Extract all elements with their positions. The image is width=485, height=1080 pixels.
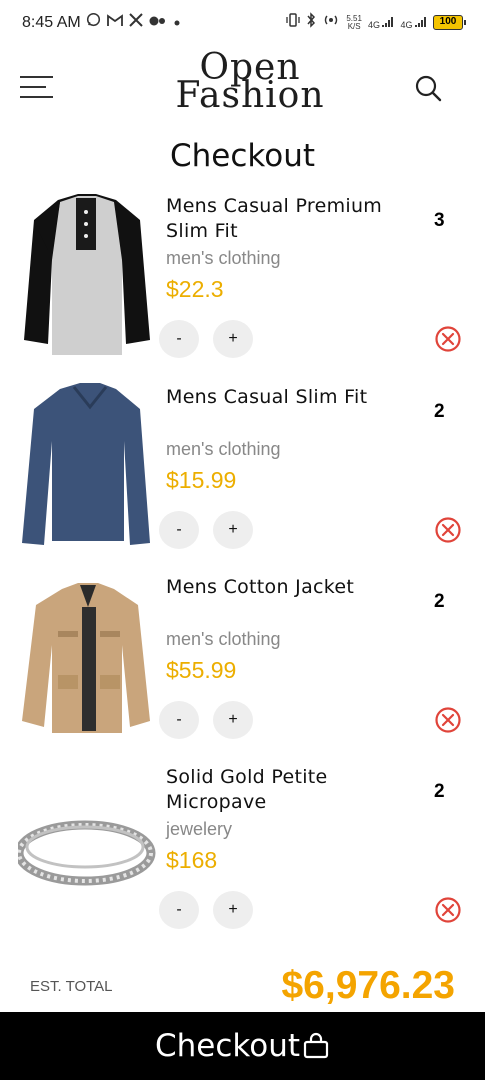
item-name: Solid Gold Petite Micropave (166, 766, 328, 813)
app-header: Open Fashion (0, 46, 485, 128)
cart-item: Mens Casual Premium Slim Fit men's cloth… (0, 190, 485, 380)
hotspot-icon (322, 12, 340, 33)
increase-qty-button[interactable]: + (213, 891, 253, 929)
item-category: jewelery (166, 819, 233, 839)
notification-icons (86, 12, 181, 32)
signal-b: 4G (400, 16, 427, 30)
x-twitter-icon (129, 12, 143, 32)
remove-item-icon[interactable] (434, 325, 462, 353)
item-name: Mens Casual Premium Slim Fit (166, 195, 383, 242)
decrease-qty-button[interactable]: - (159, 701, 199, 739)
bluetooth-icon (306, 12, 316, 33)
navy-longsleeve-icon[interactable] (18, 381, 156, 553)
more-dot-icon (173, 12, 181, 32)
search-icon[interactable] (414, 74, 442, 102)
increase-qty-button[interactable]: + (213, 320, 253, 358)
increase-qty-button[interactable]: + (213, 511, 253, 549)
vibrate-icon (286, 12, 301, 33)
gmail-icon (107, 12, 123, 32)
signal-bars-icon (415, 16, 426, 27)
menu-icon[interactable] (20, 76, 53, 100)
khaki-jacket-icon[interactable] (18, 571, 156, 743)
item-price: $22.3 (166, 276, 224, 302)
item-price: $15.99 (166, 467, 237, 493)
signal-b-label: 4G (400, 19, 413, 30)
item-quantity: 2 (434, 781, 445, 802)
brand-logo[interactable]: Open Fashion (150, 50, 350, 116)
henley-shirt-icon[interactable] (18, 190, 156, 362)
decrease-qty-button[interactable]: - (159, 891, 199, 929)
cart-item: Mens Casual Slim Fit men's clothing $15.… (0, 381, 485, 571)
shopping-bag-icon (302, 1032, 330, 1060)
item-price: $168 (166, 847, 218, 873)
total-label: EST. TOTAL (30, 978, 113, 995)
item-quantity: 2 (434, 591, 445, 612)
checkout-label: Checkout (154, 1028, 301, 1064)
signal-a: 4G (368, 16, 395, 30)
logo-line-2: Fashion (175, 75, 325, 116)
chat-icon (149, 12, 167, 32)
status-time: 8:45 AM (22, 14, 81, 31)
cart-item: Mens Cotton Jacket men's clothing $55.99… (0, 571, 485, 761)
increase-qty-button[interactable]: + (213, 701, 253, 739)
signal-a-label: 4G (367, 19, 380, 30)
item-name: Mens Casual Slim Fit (166, 386, 368, 408)
remove-item-icon[interactable] (434, 896, 462, 924)
whatsapp-icon (86, 12, 101, 32)
remove-item-icon[interactable] (434, 706, 462, 734)
item-category: men's clothing (166, 248, 281, 268)
total-value: $6,976.23 (281, 964, 455, 1007)
net-speed: 5.51 K/S (346, 14, 362, 31)
checkout-button[interactable]: Checkout (0, 1012, 485, 1080)
cart-item: Solid Gold Petite Micropave jewelery $16… (0, 761, 485, 951)
silver-ring-icon[interactable] (14, 761, 156, 933)
item-name: Mens Cotton Jacket (166, 576, 355, 598)
decrease-qty-button[interactable]: - (159, 320, 199, 358)
system-icons: 5.51 K/S 4G 4G 100 (286, 12, 466, 33)
item-quantity: 2 (434, 401, 445, 422)
item-price: $55.99 (166, 657, 237, 683)
item-category: men's clothing (166, 439, 281, 459)
page-title: Checkout (169, 138, 316, 174)
status-bar: 8:45 AM 5.51 K/S 4G 4G 100 (0, 0, 485, 46)
remove-item-icon[interactable] (434, 516, 462, 544)
total-bar: EST. TOTAL $6,976.23 (0, 958, 485, 1012)
decrease-qty-button[interactable]: - (159, 511, 199, 549)
net-speed-unit: K/S (347, 21, 361, 31)
item-quantity: 3 (434, 210, 445, 231)
battery-indicator: 100 (433, 15, 466, 30)
item-category: men's clothing (166, 629, 281, 649)
signal-bars-icon (382, 16, 394, 27)
